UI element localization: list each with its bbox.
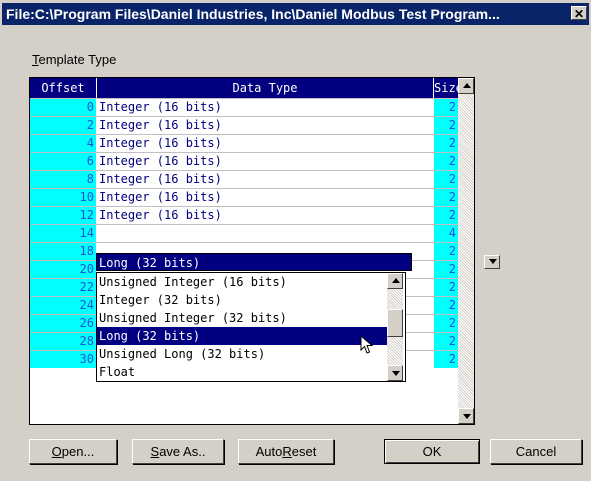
offset-cell[interactable]: 18 [30,243,96,260]
offset-cell[interactable]: 2 [30,117,96,134]
autoreset-button[interactable]: AutoReset [238,439,334,464]
column-header-offset[interactable]: Offset [30,78,96,98]
save-as-label: ave As.. [159,444,206,459]
arrow-up-icon [392,278,400,283]
open-label: pen... [61,444,95,459]
data-type-cell[interactable]: Integer (16 bits) [97,189,433,206]
size-cell[interactable]: 2 [434,189,458,206]
data-type-cell[interactable]: Integer (16 bits) [97,135,433,152]
table-row[interactable]: 10 Integer (16 bits) 2 [30,188,458,206]
offset-cell[interactable]: 26 [30,315,96,332]
size-cell[interactable]: 2 [434,333,458,350]
dropdown-option[interactable]: Unsigned Long (32 bits) [97,345,387,363]
grid-vertical-scrollbar[interactable] [458,78,474,424]
offset-cell[interactable]: 10 [30,189,96,206]
data-type-cell[interactable] [97,225,433,242]
column-header-data-type[interactable]: Data Type [97,78,433,98]
dropdown-option[interactable]: Integer (32 bits) [97,291,387,309]
ok-button[interactable]: OK [384,439,480,464]
dropdown-option[interactable]: Unsigned Integer (32 bits) [97,309,387,327]
data-type-cell[interactable]: Integer (16 bits) [97,153,433,170]
template-type-label: Template Type [32,52,116,67]
size-cell[interactable]: 2 [434,315,458,332]
title-bar: File:C:\Program Files\Daniel Industries,… [2,3,589,25]
size-cell[interactable]: 2 [434,171,458,188]
offset-cell[interactable]: 24 [30,297,96,314]
size-cell[interactable]: 2 [434,135,458,152]
size-cell[interactable]: 4 [434,225,458,242]
grid-scroll-up-button[interactable] [458,78,474,94]
data-type-cell[interactable]: Integer (16 bits) [97,171,433,188]
cancel-button[interactable]: Cancel [490,439,582,464]
size-cell[interactable]: 2 [434,351,458,368]
dropdown-option[interactable]: Unsigned Integer (16 bits) [97,273,387,291]
dropdown-scroll-thumb[interactable] [387,309,403,337]
data-type-cell[interactable]: Integer (16 bits) [97,117,433,134]
offset-cell[interactable]: 12 [30,207,96,224]
dropdown-option[interactable]: Long (32 bits) [97,327,387,345]
data-type-cell[interactable]: Integer (16 bits) [97,207,433,224]
dialog-window: File:C:\Program Files\Daniel Industries,… [0,0,591,481]
arrow-down-icon [463,414,471,419]
table-row[interactable]: 6 Integer (16 bits) 2 [30,152,458,170]
table-row[interactable]: 2 Integer (16 bits) 2 [30,116,458,134]
autoreset-label: eset [291,444,317,459]
size-cell[interactable]: 2 [434,99,458,116]
offset-cell[interactable]: 30 [30,351,96,368]
offset-cell[interactable]: 0 [30,99,96,116]
grid-scroll-down-button[interactable] [458,408,474,424]
data-type-dropdown-list[interactable]: Unsigned Integer (16 bits) Integer (32 bi… [96,272,406,382]
size-cell[interactable]: 2 [434,207,458,224]
offset-cell[interactable]: 8 [30,171,96,188]
size-cell[interactable]: 2 [434,279,458,296]
data-type-combobox[interactable]: Long (32 bits) [96,253,500,271]
template-type-label-rest: emplate Type [38,52,117,67]
autoreset-label-pre: Auto [255,444,283,459]
size-cell[interactable]: 2 [434,117,458,134]
arrow-down-icon [392,371,400,376]
dropdown-scrollbar[interactable] [387,273,403,381]
offset-cell[interactable]: 22 [30,279,96,296]
table-row[interactable]: 8 Integer (16 bits) 2 [30,170,458,188]
size-cell[interactable]: 2 [434,153,458,170]
close-button[interactable]: ✕ [571,6,587,21]
open-button[interactable]: Open... [29,439,117,464]
chevron-down-icon [489,259,497,264]
data-type-cell[interactable]: Integer (16 bits) [97,99,433,116]
table-row[interactable]: 4 Integer (16 bits) 2 [30,134,458,152]
save-as-accel: S [150,444,160,459]
offset-cell[interactable]: 20 [30,261,96,278]
offset-cell[interactable]: 14 [30,225,96,242]
size-cell[interactable]: 2 [434,261,458,278]
save-as-button[interactable]: Save As.. [132,439,224,464]
dropdown-option[interactable]: Float [97,363,387,381]
table-row[interactable]: 14 4 [30,224,458,242]
offset-cell[interactable]: 6 [30,153,96,170]
table-row[interactable]: 12 Integer (16 bits) 2 [30,206,458,224]
offset-cell[interactable]: 28 [30,333,96,350]
offset-cell[interactable]: 4 [30,135,96,152]
size-cell[interactable]: 2 [434,243,458,260]
combobox-dropdown-button[interactable] [484,255,500,269]
dropdown-scroll-up-button[interactable] [387,273,403,289]
window-title: File:C:\Program Files\Daniel Industries,… [6,6,500,22]
mouse-pointer-icon [360,335,374,354]
open-accel: O [51,444,62,459]
column-header-size[interactable]: Size [434,78,463,98]
autoreset-accel: R [282,444,292,459]
table-row[interactable]: 0 Integer (16 bits) 2 [30,98,458,116]
combobox-value: Long (32 bits) [99,256,201,270]
size-cell[interactable]: 2 [434,297,458,314]
dropdown-scroll-down-button[interactable] [387,365,403,381]
arrow-up-icon [463,83,471,88]
